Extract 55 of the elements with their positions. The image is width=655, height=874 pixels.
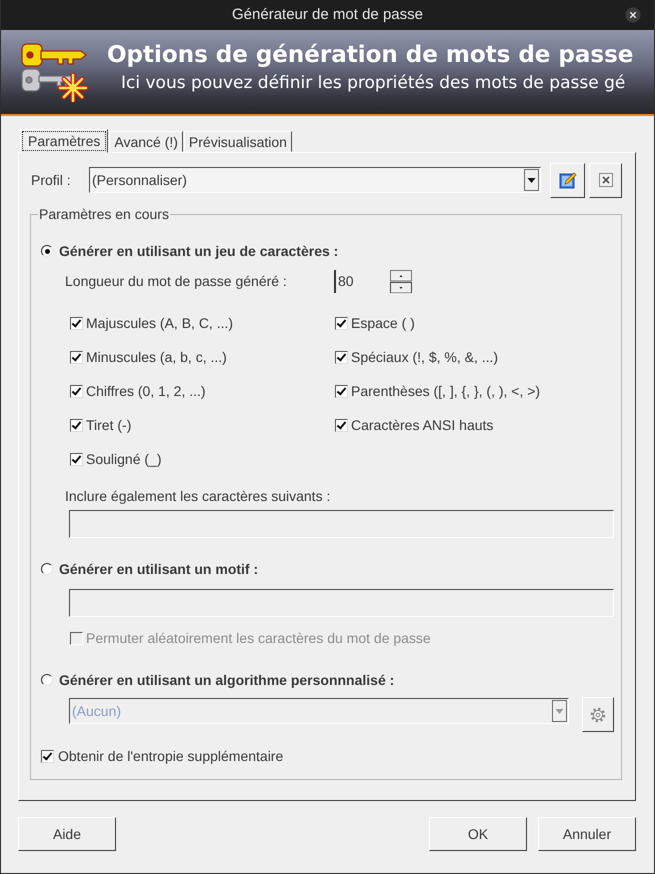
checkbox[interactable] — [70, 384, 83, 398]
checkbox-label: Souligné (_) — [86, 450, 162, 468]
checkbox[interactable] — [70, 418, 83, 432]
profile-dropdown[interactable]: (Personnaliser) — [89, 167, 541, 193]
pencil-icon — [558, 171, 576, 189]
radio-label: Générer en utilisant un jeu de caractères : — [59, 242, 338, 260]
banner-title: Options de génération de mots de passe — [107, 41, 634, 70]
checkbox-label: Parenthèses ([, ], {, }, (, ), <, >) — [351, 382, 540, 400]
edit-button[interactable] — [550, 162, 585, 198]
length-label: Longueur du mot de passe généré : — [65, 273, 288, 290]
checkbox[interactable] — [70, 316, 83, 330]
checkbox-label: Obtenir de l'entropie supplémentaire — [58, 748, 284, 764]
radio-label: Générer en utilisant un algorithme personnnalisé : — [59, 672, 394, 688]
group-title: Paramètres en cours — [38, 206, 170, 222]
cancel-button[interactable]: Annuler — [538, 817, 636, 851]
checkbox-label: Majuscules (A, B, C, ...) — [86, 314, 234, 332]
radio-button[interactable] — [41, 563, 53, 575]
delete-icon — [598, 173, 612, 187]
help-button[interactable]: Aide — [18, 817, 116, 851]
settings-button[interactable] — [582, 697, 614, 732]
checkbox[interactable] — [41, 750, 54, 762]
checkbox[interactable] — [335, 350, 348, 364]
checkbox[interactable] — [335, 384, 348, 398]
window-title: Générateur de mot de passe — [232, 6, 423, 24]
delete-button[interactable] — [589, 162, 622, 198]
checkbox-label: Tiret (-) — [86, 416, 132, 434]
checkbox[interactable] — [335, 418, 348, 432]
checkbox-label: Espace ( ) — [351, 314, 415, 332]
checkbox-label: Spéciaux (!, $, %, &, ...) — [351, 348, 498, 366]
caret-down-icon[interactable] — [390, 282, 412, 293]
profile-label: Profil : — [31, 172, 72, 188]
checkbox-label: Permuter aléatoirement les caractères du mot de passe — [86, 630, 431, 646]
tab[interactable]: Paramètres — [20, 129, 108, 153]
checkbox[interactable] — [70, 350, 83, 364]
caret-up-icon[interactable] — [390, 270, 412, 282]
caret-down-icon[interactable] — [524, 169, 539, 191]
gear-icon — [590, 706, 606, 722]
keys-icon — [20, 42, 90, 102]
checkbox-label: Minuscules (a, b, c, ...) — [86, 348, 227, 366]
include-label: Inclure également les caractères suivants : — [65, 487, 332, 505]
radio-button[interactable] — [41, 245, 53, 257]
tab[interactable]: Avancé (!) — [109, 131, 183, 152]
close-icon[interactable] — [625, 7, 641, 23]
banner-subtitle: Ici vous pouvez définir les propriétés des mots de passe gé — [121, 72, 626, 95]
tab[interactable]: Prévisualisation — [184, 131, 292, 152]
radio-label: Générer en utilisant un motif : — [59, 560, 258, 578]
input-field[interactable] — [69, 589, 614, 617]
length-spinbox[interactable]: 80 — [334, 270, 412, 293]
checkbox[interactable] — [70, 452, 83, 466]
ok-button[interactable]: OK — [429, 817, 527, 851]
checkbox-label: Chiffres (0, 1, 2, ...) — [86, 382, 206, 400]
checkbox[interactable] — [335, 316, 348, 330]
input-field[interactable] — [69, 510, 614, 538]
radio-button[interactable] — [41, 674, 53, 686]
checkbox-label: Caractères ANSI hauts — [351, 416, 494, 434]
